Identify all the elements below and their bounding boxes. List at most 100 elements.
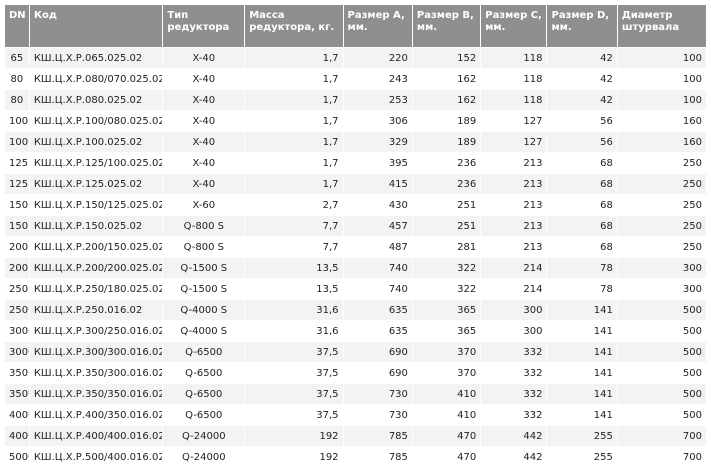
cell-gear-type: Q-6500 [163,363,245,383]
cell-code: КШ.Ц.Х.Р.150.025.02 [29,216,163,236]
cell-gear-mass: 192 [245,447,343,467]
header-wheel-diameter: Диаметр штурвала [617,5,706,47]
cell-size-d: 42 [547,48,617,68]
table-row: 350*КШ.Ц.Х.Р.350/350.016.02Q-650037,5730… [5,384,706,404]
cell-size-a: 306 [343,111,412,131]
cell-gear-type: X-40 [163,90,245,110]
cell-size-c: 213 [481,195,547,215]
cell-gear-type: Q-1500 S [163,258,245,278]
cell-gear-mass: 1,7 [245,132,343,152]
cell-size-d: 68 [547,174,617,194]
cell-size-d: 68 [547,216,617,236]
cell-size-a: 635 [343,321,412,341]
cell-gear-type: X-60 [163,195,245,215]
cell-size-a: 740 [343,258,412,278]
cell-gear-type: Q-6500 [163,405,245,425]
cell-dn: 200 [5,237,29,257]
cell-code: КШ.Ц.Х.Р.080.025.02 [29,90,163,110]
cell-size-d: 255 [547,447,617,467]
cell-dn: 350* [5,384,29,404]
cell-gear-mass: 37,5 [245,342,343,362]
cell-size-d: 141 [547,321,617,341]
cell-wheel-diameter: 300 [617,258,706,278]
cell-size-b: 162 [412,90,481,110]
cell-gear-type: Q-6500 [163,342,245,362]
specs-table: DN Код Тип редуктора Масса редуктора, кг. Ра… [4,4,707,468]
table-row: 300*КШ.Ц.Х.Р.300/300.016.02Q-650037,5690… [5,342,706,362]
cell-size-c: 118 [481,69,547,89]
cell-size-d: 255 [547,426,617,446]
cell-gear-mass: 1,7 [245,153,343,173]
header-size-b: Размер B, мм. [412,5,481,47]
table-row: 350*КШ.Ц.Х.Р.350/300.016.02Q-650037,5690… [5,363,706,383]
table-row: 150 КШ.Ц.Х.Р.150/125.025.02 X-60 2,7 430 251 2… [5,195,706,215]
cell-size-d: 141 [547,342,617,362]
cell-dn: 150 [5,216,29,236]
cell-size-d: 68 [547,195,617,215]
cell-wheel-diameter: 500 [617,384,706,404]
cell-gear-mass: 192 [245,426,343,446]
cell-wheel-diameter: 500 [617,363,706,383]
table-row: 400*КШ.Ц.Х.Р.400/400.016.02Q-24000192785… [5,426,706,446]
cell-size-a: 740 [343,279,412,299]
cell-size-b: 189 [412,132,481,152]
cell-gear-type: X-40 [163,48,245,68]
cell-size-a: 457 [343,216,412,236]
cell-size-c: 300 [481,321,547,341]
cell-size-b: 322 [412,258,481,278]
cell-gear-type: Q-6500 [163,384,245,404]
cell-gear-mass: 37,5 [245,384,343,404]
cell-wheel-diameter: 500 [617,321,706,341]
cell-gear-type: X-40 [163,153,245,173]
cell-size-a: 730 [343,405,412,425]
table-row: 100 КШ.Ц.Х.Р.100/080.025.02 X-40 1,7 306 189 1… [5,111,706,131]
cell-code: КШ.Ц.Х.Р.125.025.02 [29,174,163,194]
cell-size-c: 213 [481,153,547,173]
cell-gear-mass: 37,5 [245,405,343,425]
cell-dn: 125 [5,153,29,173]
cell-size-a: 253 [343,90,412,110]
cell-dn: 250 [5,279,29,299]
cell-size-b: 365 [412,321,481,341]
cell-gear-mass: 31,6 [245,321,343,341]
cell-code: КШ.Ц.Х.Р.200/150.025.02 [29,237,163,257]
cell-size-d: 141 [547,405,617,425]
cell-size-d: 56 [547,132,617,152]
cell-gear-mass: 1,7 [245,69,343,89]
cell-dn: 100 [5,132,29,152]
cell-code: КШ.Ц.Х.Р.250/180.025.02 [29,279,163,299]
cell-wheel-diameter: 160 [617,132,706,152]
cell-size-b: 236 [412,174,481,194]
cell-size-b: 470 [412,447,481,467]
cell-gear-mass: 1,7 [245,48,343,68]
cell-wheel-diameter: 250 [617,153,706,173]
table-row: 150 КШ.Ц.Х.Р.150.025.02 Q-800 S 7,7 457 251 21… [5,216,706,236]
cell-size-c: 332 [481,363,547,383]
cell-dn: 350* [5,363,29,383]
table-row: 65 КШ.Ц.Х.Р.065.025.02 X-40 1,7 220 152 118 42 1… [5,48,706,68]
table-row: 300*КШ.Ц.Х.Р.300/250.016.02Q-4000 S31,66… [5,321,706,341]
cell-gear-type: X-40 [163,174,245,194]
cell-size-a: 415 [343,174,412,194]
cell-wheel-diameter: 700 [617,426,706,446]
cell-code: КШ.Ц.Х.Р.350/350.016.02 [29,384,163,404]
header-gear-mass: Масса редуктора, кг. [245,5,343,47]
cell-dn: 300* [5,342,29,362]
cell-size-a: 220 [343,48,412,68]
cell-size-c: 213 [481,174,547,194]
cell-size-d: 68 [547,237,617,257]
table-row: 200 КШ.Ц.Х.Р.200/150.025.02 Q-800 S 7,7 487 2… [5,237,706,257]
cell-gear-mass: 1,7 [245,90,343,110]
cell-code: КШ.Ц.Х.Р.150/125.025.02 [29,195,163,215]
cell-wheel-diameter: 700 [617,447,706,467]
cell-size-c: 300 [481,300,547,320]
cell-size-b: 251 [412,216,481,236]
cell-size-b: 410 [412,405,481,425]
cell-wheel-diameter: 100 [617,48,706,68]
cell-size-c: 214 [481,279,547,299]
cell-code: КШ.Ц.Х.Р.100.025.02 [29,132,163,152]
cell-size-b: 370 [412,342,481,362]
cell-wheel-diameter: 100 [617,90,706,110]
cell-size-c: 332 [481,405,547,425]
cell-code: КШ.Ц.Х.Р.300/250.016.02 [29,321,163,341]
